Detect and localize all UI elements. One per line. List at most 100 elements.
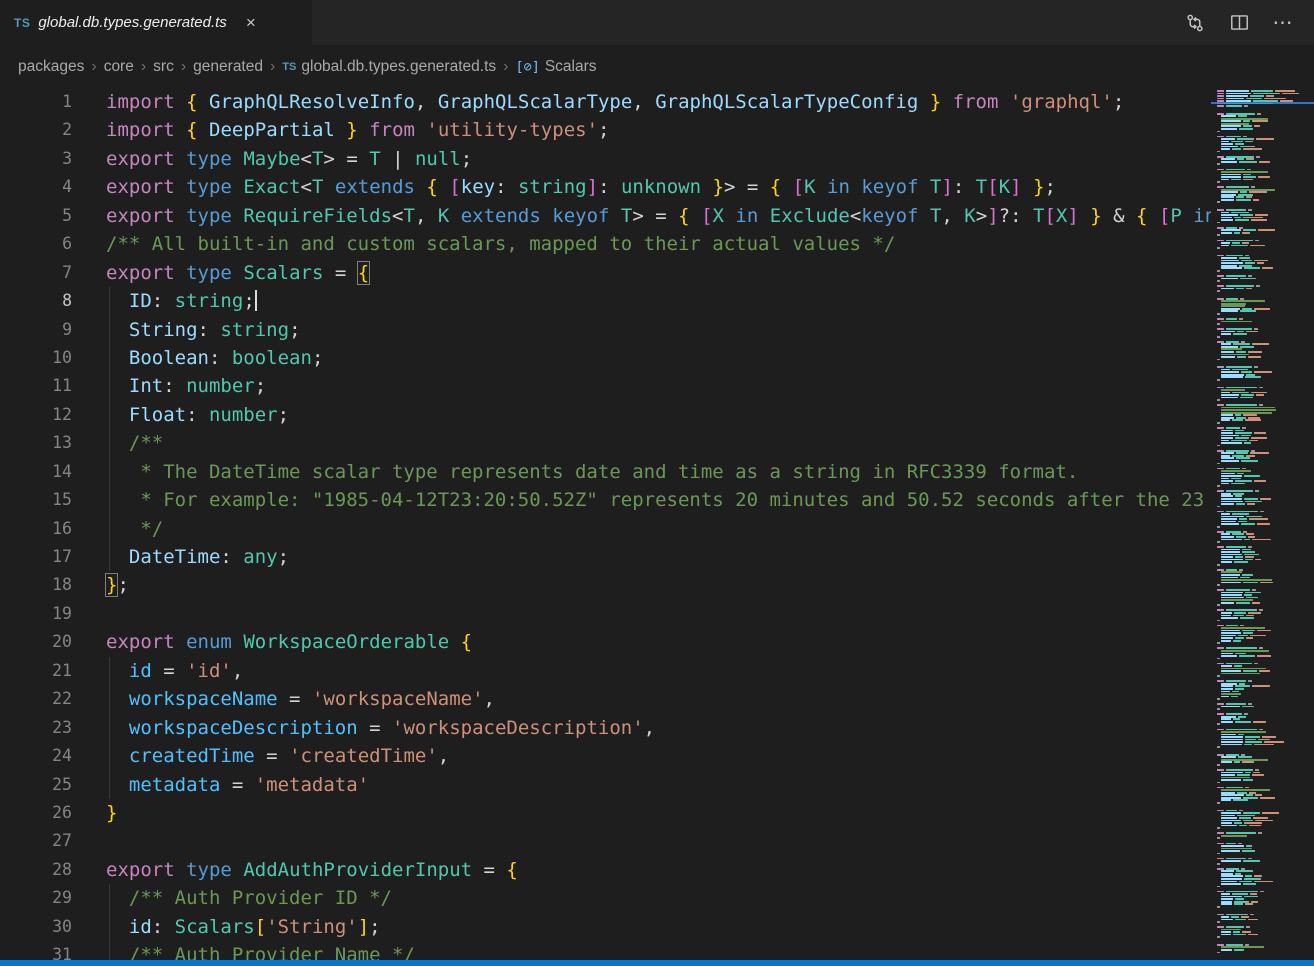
code-line-17[interactable]: 17 DateTime: any; [0,543,1211,571]
minimap-content [1216,90,1313,960]
indent-guide [109,771,110,799]
code-line-23[interactable]: 23 workspaceDescription = 'workspaceDesc… [0,714,1211,742]
status-bar-accent-strip [0,960,1314,966]
code-line-12[interactable]: 12 Float: number; [0,401,1211,429]
code-line-29[interactable]: 29 /** Auth Provider ID */ [0,884,1211,912]
split-editor-button[interactable] [1226,10,1252,36]
line-content: import { DeepPartial } from 'utility-typ… [72,116,609,144]
indent-guide [109,429,110,457]
tab-global-db-types-generated[interactable]: TS global.db.types.generated.ts × [0,0,312,45]
line-number: 28 [0,856,72,884]
minimap[interactable] [1211,88,1314,960]
line-number: 4 [0,173,72,201]
ellipsis-icon: ⋯ [1273,10,1294,35]
tab-close-icon[interactable]: × [241,11,261,34]
code-line-19[interactable]: 19 [0,600,1211,628]
indent-guide [109,372,110,400]
code-line-8[interactable]: 8 ID: string; [0,287,1211,315]
line-content: workspaceName = 'workspaceName', [72,685,495,713]
breadcrumb-item-core[interactable]: core [104,58,134,76]
line-content: } [72,799,117,827]
breadcrumb-item-generated[interactable]: generated [193,58,263,76]
line-content: metadata = 'metadata' [72,771,369,799]
code-line-14[interactable]: 14 * The DateTime scalar type represents… [0,458,1211,486]
indent-guide [109,344,110,372]
line-content: Float: number; [72,401,289,429]
code-line-4[interactable]: 4export type Exact<T extends { [key: str… [0,173,1211,201]
code-line-9[interactable]: 9 String: string; [0,316,1211,344]
line-content: export type Exact<T extends { [key: stri… [72,173,1056,201]
line-content [72,827,106,855]
line-content: * The DateTime scalar type represents da… [72,458,1078,486]
line-content: Int: number; [72,372,266,400]
typescript-file-icon: TS [282,61,296,73]
code-line-7[interactable]: 7export type Scalars = { [0,259,1211,287]
code-line-10[interactable]: 10 Boolean: boolean; [0,344,1211,372]
more-actions-button[interactable]: ⋯ [1270,10,1296,36]
code-line-21[interactable]: 21 id = 'id', [0,657,1211,685]
line-content: workspaceDescription = 'workspaceDescrip… [72,714,655,742]
line-number: 29 [0,884,72,912]
code-line-6[interactable]: 6/** All built-in and custom scalars, ma… [0,230,1211,258]
code-editor[interactable]: 1import { GraphQLResolveInfo, GraphQLSca… [0,88,1211,960]
symbol-type-icon: [⊘] [515,59,539,75]
line-content: createdTime = 'createdTime', [72,742,449,770]
code-line-24[interactable]: 24 createdTime = 'createdTime', [0,742,1211,770]
line-number: 17 [0,543,72,571]
code-line-13[interactable]: 13 /** [0,429,1211,457]
code-line-11[interactable]: 11 Int: number; [0,372,1211,400]
line-number: 14 [0,458,72,486]
line-content: export type AddAuthProviderInput = { [72,856,518,884]
code-line-27[interactable]: 27 [0,827,1211,855]
code-line-16[interactable]: 16 */ [0,515,1211,543]
line-number: 6 [0,230,72,258]
line-content: /** Auth Provider ID */ [72,884,392,912]
line-number: 18 [0,571,72,599]
indent-guide [109,401,110,429]
line-content: id = 'id', [72,657,243,685]
breadcrumb-item-src[interactable]: src [153,58,174,76]
line-number: 20 [0,628,72,656]
code-line-15[interactable]: 15 * For example: "1985-04-12T23:20:50.5… [0,486,1211,514]
indent-guide [109,316,110,344]
indent-guide [109,486,110,514]
vscode-window: TS global.db.types.generated.ts × [0,0,1314,966]
text-cursor [255,290,257,311]
code-line-5[interactable]: 5export type RequireFields<T, K extends … [0,202,1211,230]
tab-title: global.db.types.generated.ts [38,14,226,31]
code-line-2[interactable]: 2import { DeepPartial } from 'utility-ty… [0,116,1211,144]
line-content [72,600,106,628]
breadcrumb-item-filename[interactable]: TS global.db.types.generated.ts [282,58,496,76]
code-line-28[interactable]: 28export type AddAuthProviderInput = { [0,856,1211,884]
code-line-31[interactable]: 31 /** Auth Provider Name */ [0,941,1211,960]
code-line-20[interactable]: 20export enum WorkspaceOrderable { [0,628,1211,656]
line-content: ID: string; [72,287,257,315]
code-line-25[interactable]: 25 metadata = 'metadata' [0,771,1211,799]
line-content: export type Scalars = { [72,259,369,287]
line-content: /** All built-in and custom scalars, map… [72,230,895,258]
line-number: 22 [0,685,72,713]
editor-tab-bar: TS global.db.types.generated.ts × [0,0,1314,45]
code-line-3[interactable]: 3export type Maybe<T> = T | null; [0,145,1211,173]
indent-guide [109,685,110,713]
code-line-26[interactable]: 26} [0,799,1211,827]
code-line-18[interactable]: 18}; [0,571,1211,599]
code-line-1[interactable]: 1import { GraphQLResolveInfo, GraphQLSca… [0,88,1211,116]
line-number: 15 [0,486,72,514]
code-line-22[interactable]: 22 workspaceName = 'workspaceName', [0,685,1211,713]
line-number: 12 [0,401,72,429]
line-number: 30 [0,913,72,941]
breadcrumb-item-packages[interactable]: packages [18,58,84,76]
code-line-30[interactable]: 30 id: Scalars['String']; [0,913,1211,941]
line-number: 7 [0,259,72,287]
indent-guide [109,941,110,960]
open-changes-button[interactable] [1182,10,1208,36]
breadcrumb-item-scalars-symbol[interactable]: [⊘] Scalars [515,58,596,76]
line-number: 24 [0,742,72,770]
line-number: 1 [0,88,72,116]
line-content: /** Auth Provider Name */ [72,941,415,960]
breadcrumb: packages › core › src › generated › TS g… [0,45,1314,88]
line-content: /** [72,429,163,457]
indent-guide [109,714,110,742]
line-content: }; [72,571,129,599]
